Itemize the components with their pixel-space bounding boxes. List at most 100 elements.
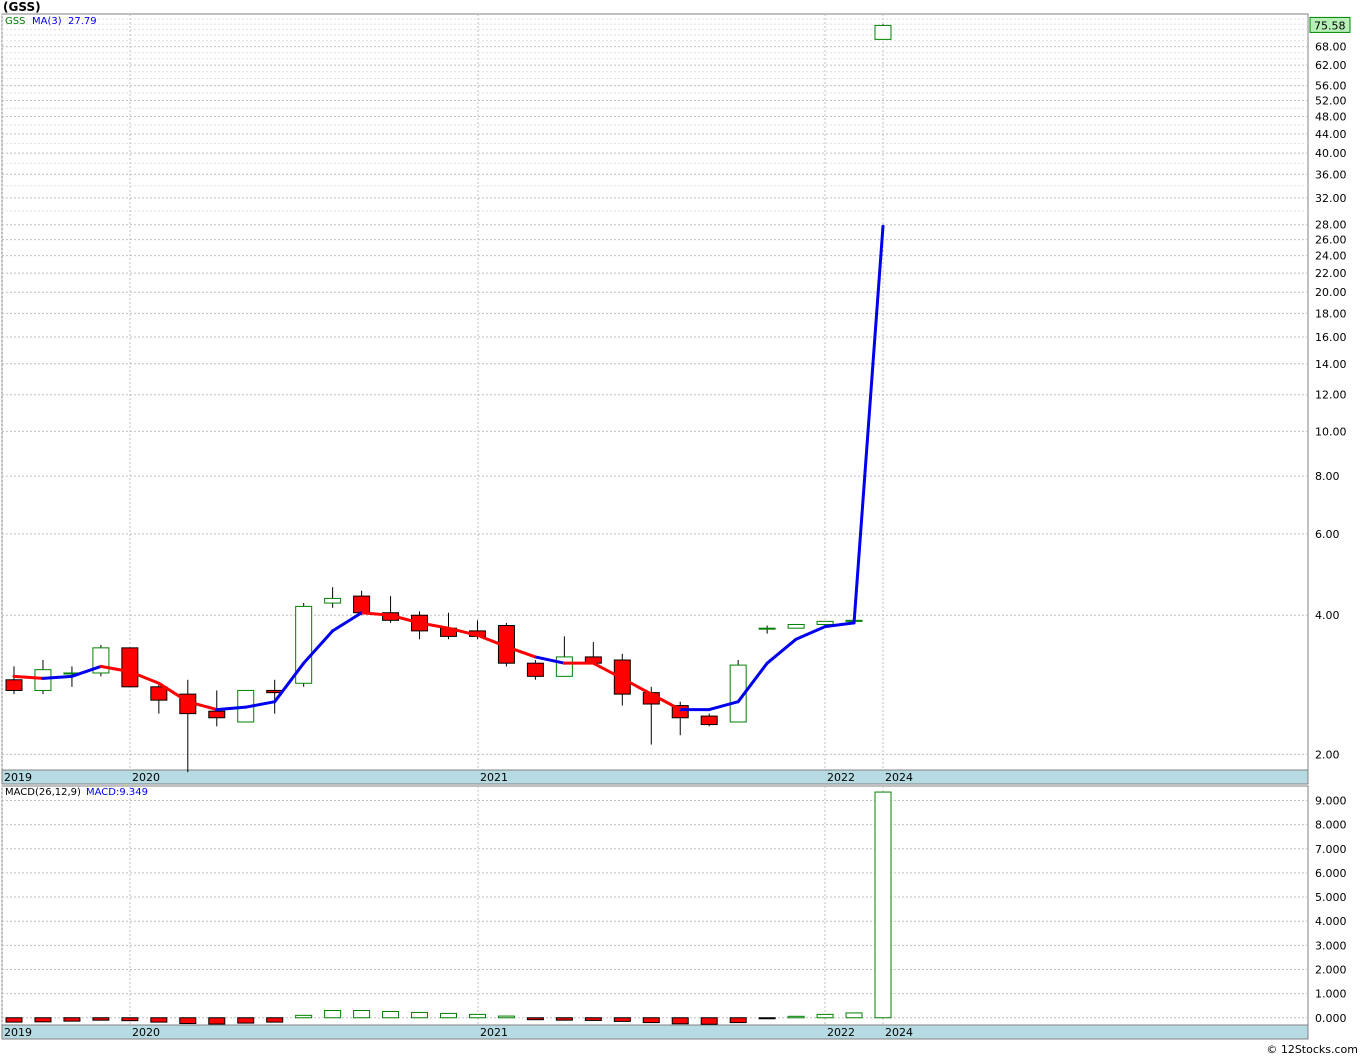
price-tick-label: 32.00: [1315, 192, 1347, 205]
ma-line-segment: [12, 674, 45, 680]
macd-x-year-label: 2021: [480, 1026, 508, 1039]
price-tick-label: 44.00: [1315, 128, 1347, 141]
macd-tick-label: 7.000: [1315, 843, 1347, 856]
macd-bar: [497, 1015, 515, 1019]
macd-bar: [845, 1012, 863, 1019]
macd-x-year-label: 2022: [827, 1026, 855, 1039]
price-x-axis-band: [1, 769, 1309, 785]
price-tick-label: 26.00: [1315, 234, 1347, 247]
macd-tick-label: 1.000: [1315, 988, 1347, 1001]
price-x-year-label: 2024: [885, 771, 913, 784]
macd-x-axis-band: [1, 1024, 1309, 1040]
price-tick-label: 28.00: [1315, 219, 1347, 232]
candle-body: [816, 620, 834, 625]
price-x-year-label: 2022: [827, 771, 855, 784]
macd-bar: [729, 1017, 747, 1024]
macd-bar: [874, 791, 892, 1019]
macd-bar: [382, 1010, 400, 1019]
candle-body: [5, 679, 23, 691]
macd-bar: [237, 1017, 255, 1024]
price-tick-label: 48.00: [1315, 111, 1347, 124]
macd-bar: [150, 1017, 168, 1023]
price-tick-label: 2.00: [1315, 748, 1340, 761]
price-tick-label: 4.00: [1315, 609, 1340, 622]
candle-body: [526, 662, 544, 677]
price-tick-label: 8.00: [1315, 470, 1340, 483]
candle-body: [555, 656, 573, 677]
candle-body: [34, 669, 52, 691]
macd-bar: [613, 1017, 631, 1022]
price-x-year-label: 2020: [132, 771, 160, 784]
price-tick-label: 16.00: [1315, 331, 1347, 344]
price-tick-label: 18.00: [1315, 307, 1347, 320]
macd-bar: [179, 1017, 197, 1025]
price-x-year-label: 2021: [480, 771, 508, 784]
macd-bar: [34, 1017, 52, 1023]
price-tick-label: 12.00: [1315, 389, 1347, 402]
macd-bar: [63, 1017, 81, 1022]
macd-bar: [266, 1017, 284, 1023]
macd-legend-value: MACD:9.349: [86, 787, 148, 798]
macd-bar: [816, 1013, 834, 1019]
candle-body: [150, 686, 168, 701]
macd-x-year-label: 2020: [132, 1026, 160, 1039]
price-tick-label: 52.00: [1315, 94, 1347, 107]
macd-bar: [295, 1014, 313, 1019]
macd-bar: [584, 1017, 602, 1021]
price-tick-label: 68.00: [1315, 41, 1347, 54]
macd-bar: [5, 1017, 23, 1023]
ma-line-segment: [41, 674, 74, 680]
legend-ma-value: 27.79: [68, 16, 97, 27]
legend-ma-label: MA(3): [32, 16, 62, 27]
candle-body: [121, 647, 139, 688]
price-tick-label: 6.00: [1315, 528, 1340, 541]
macd-tick-label: 8.000: [1315, 819, 1347, 832]
macd-tick-label: 5.000: [1315, 891, 1347, 904]
macd-tick-label: 4.000: [1315, 915, 1347, 928]
macd-legend-name: MACD(26,12,9): [5, 787, 81, 798]
candle-body: [208, 710, 226, 719]
macd-bar: [526, 1017, 544, 1021]
price-tick-label: 56.00: [1315, 80, 1347, 93]
macd-tick-label: 0.000: [1315, 1012, 1347, 1025]
macd-bar: [787, 1015, 805, 1019]
macd-bar: [353, 1010, 371, 1019]
macd-bar: [324, 1010, 342, 1019]
macd-tick-label: 3.000: [1315, 939, 1347, 952]
price-tick-label: 36.00: [1315, 168, 1347, 181]
candle-body: [324, 597, 342, 604]
macd-bar: [758, 1017, 776, 1020]
macd-panel-frame: [1, 785, 1309, 1026]
macd-x-year-label: 2019: [4, 1026, 32, 1039]
price-tick-label: 40.00: [1315, 147, 1347, 160]
price-tick-label: 62.00: [1315, 59, 1347, 72]
price-tick-label: 20.00: [1315, 286, 1347, 299]
macd-bar: [468, 1013, 486, 1019]
macd-bar: [208, 1017, 226, 1025]
macd-bar: [440, 1012, 457, 1019]
macd-tick-label: 2.000: [1315, 963, 1347, 976]
macd-bar: [411, 1011, 429, 1019]
price-tick-label: 10.00: [1315, 425, 1347, 438]
macd-bar: [555, 1017, 573, 1021]
price-tick-label: 22.00: [1315, 267, 1347, 280]
macd-bar: [700, 1017, 718, 1025]
price-tick-label: 24.00: [1315, 250, 1347, 263]
candle-body: [700, 715, 718, 726]
candle-body: [353, 595, 371, 614]
stock-chart: 68.00 62.00 56.0052.00 48.00 44.00 40.00 36.00…: [1, 13, 1351, 1040]
last-price-label: 75.58: [1314, 19, 1346, 32]
price-tick-label: 14.00: [1315, 358, 1347, 371]
price-panel-frame: [1, 13, 1309, 771]
price-x-year-label: 2019: [4, 771, 32, 784]
candle-body: [758, 627, 776, 630]
macd-bar: [671, 1017, 689, 1025]
macd-bar: [92, 1017, 110, 1021]
macd-tick-label: 6.000: [1315, 867, 1347, 880]
candle-body: [874, 24, 892, 40]
macd-bar: [121, 1017, 139, 1022]
legend-symbol: GSS: [5, 16, 25, 27]
credit-text: © 12Stocks.com: [1266, 1043, 1358, 1056]
candle-body: [787, 623, 805, 629]
macd-x-year-label: 2024: [885, 1026, 913, 1039]
